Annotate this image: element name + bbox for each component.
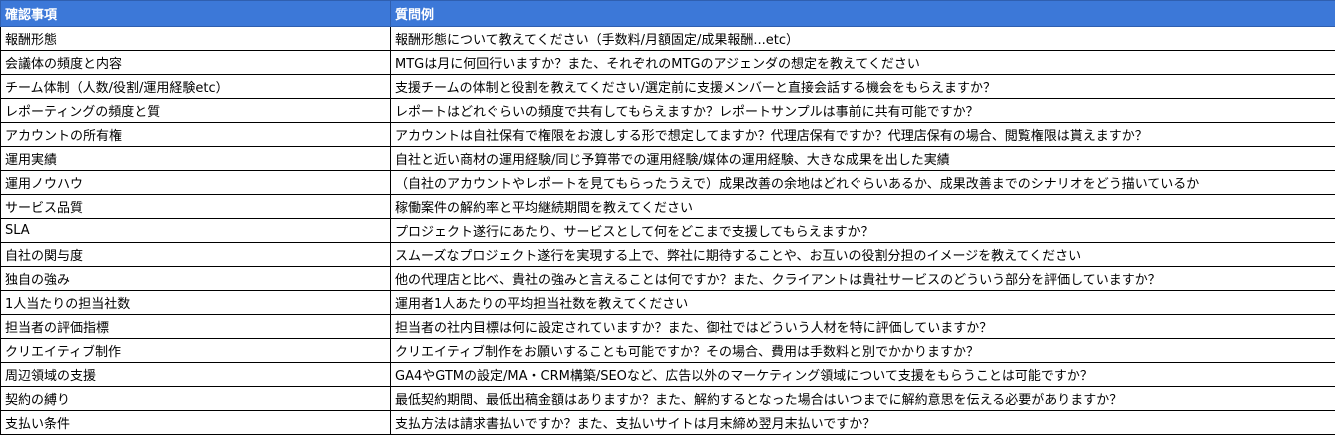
cell-item[interactable]: クリエイティブ制作 (1, 339, 391, 363)
column-header-question[interactable]: 質問例 (391, 1, 1335, 27)
table-row: クリエイティブ制作クリエイティブ制作をお願いすることも可能ですか？その場合、費用… (1, 339, 1335, 363)
table-row: 運用ノウハウ（自社のアカウントやレポートを見てもらったうえで）成果改善の余地はど… (1, 171, 1335, 195)
cell-question[interactable]: 運用者1人あたりの平均担当社数を教えてください (391, 291, 1335, 315)
table-row: 支払い条件支払方法は請求書払いですか？また、支払いサイトは月末締め翌月末払いです… (1, 411, 1335, 435)
cell-item[interactable]: 会議体の頻度と内容 (1, 51, 391, 75)
cell-item[interactable]: 1人当たりの担当社数 (1, 291, 391, 315)
cell-item[interactable]: サービス品質 (1, 195, 391, 219)
cell-question[interactable]: 支払方法は請求書払いですか？また、支払いサイトは月末締め翌月末払いですか？ (391, 411, 1335, 435)
cell-item[interactable]: 自社の関与度 (1, 243, 391, 267)
header-row: 確認事項 質問例 (1, 1, 1335, 27)
table-row: 周辺領域の支援GA4やGTMの設定/MA・CRM構築/SEOなど、広告以外のマー… (1, 363, 1335, 387)
cell-question[interactable]: スムーズなプロジェクト遂行を実現する上で、弊社に期待することや、お互いの役割分担… (391, 243, 1335, 267)
cell-question[interactable]: 担当者の社内目標は何に設定されていますか？また、御社ではどういう人材を特に評価し… (391, 315, 1335, 339)
cell-question[interactable]: レポートはどれぐらいの頻度で共有してもらえますか？レポートサンプルは事前に共有可… (391, 99, 1335, 123)
table-row: SLAプロジェクト遂行にあたり、サービスとして何をどこまで支援してもらえますか？ (1, 219, 1335, 243)
cell-item[interactable]: チーム体制（人数/役割/運用経験etc） (1, 75, 391, 99)
table-row: 担当者の評価指標担当者の社内目標は何に設定されていますか？また、御社ではどういう… (1, 315, 1335, 339)
cell-item[interactable]: 運用ノウハウ (1, 171, 391, 195)
table-row: 運用実績自社と近い商材の運用経験/同じ予算帯での運用経験/媒体の運用経験、大きな… (1, 147, 1335, 171)
cell-item[interactable]: 契約の縛り (1, 387, 391, 411)
cell-item[interactable]: SLA (1, 219, 391, 243)
cell-question[interactable]: プロジェクト遂行にあたり、サービスとして何をどこまで支援してもらえますか？ (391, 219, 1335, 243)
table-body: 報酬形態報酬形態について教えてください（手数料/月額固定/成果報酬...etc）… (1, 27, 1335, 435)
table-row: 1人当たりの担当社数運用者1人あたりの平均担当社数を教えてください (1, 291, 1335, 315)
column-header-item[interactable]: 確認事項 (1, 1, 391, 27)
cell-question[interactable]: GA4やGTMの設定/MA・CRM構築/SEOなど、広告以外のマーケティング領域… (391, 363, 1335, 387)
cell-item[interactable]: 支払い条件 (1, 411, 391, 435)
table-row: 報酬形態報酬形態について教えてください（手数料/月額固定/成果報酬...etc） (1, 27, 1335, 51)
cell-question[interactable]: 報酬形態について教えてください（手数料/月額固定/成果報酬...etc） (391, 27, 1335, 51)
checklist-table: 確認事項 質問例 報酬形態報酬形態について教えてください（手数料/月額固定/成果… (0, 0, 1335, 435)
table-row: チーム体制（人数/役割/運用経験etc）支援チームの体制と役割を教えてください/… (1, 75, 1335, 99)
cell-question[interactable]: アカウントは自社保有で権限をお渡しする形で想定してますか？代理店保有ですか？代理… (391, 123, 1335, 147)
table-row: アカウントの所有権アカウントは自社保有で権限をお渡しする形で想定してますか？代理… (1, 123, 1335, 147)
cell-item[interactable]: 担当者の評価指標 (1, 315, 391, 339)
cell-question[interactable]: 他の代理店と比べ、貴社の強みと言えることは何ですか？また、クライアントは貴社サー… (391, 267, 1335, 291)
table-row: 独自の強み他の代理店と比べ、貴社の強みと言えることは何ですか？また、クライアント… (1, 267, 1335, 291)
table-row: 自社の関与度スムーズなプロジェクト遂行を実現する上で、弊社に期待することや、お互… (1, 243, 1335, 267)
cell-item[interactable]: 独自の強み (1, 267, 391, 291)
cell-item[interactable]: アカウントの所有権 (1, 123, 391, 147)
cell-item[interactable]: レポーティングの頻度と質 (1, 99, 391, 123)
table-row: レポーティングの頻度と質レポートはどれぐらいの頻度で共有してもらえますか？レポー… (1, 99, 1335, 123)
cell-item[interactable]: 周辺領域の支援 (1, 363, 391, 387)
cell-item[interactable]: 運用実績 (1, 147, 391, 171)
cell-question[interactable]: （自社のアカウントやレポートを見てもらったうえで）成果改善の余地はどれぐらいある… (391, 171, 1335, 195)
cell-question[interactable]: 稼働案件の解約率と平均継続期間を教えてください (391, 195, 1335, 219)
cell-question[interactable]: MTGは月に何回行いますか？また、それぞれのMTGのアジェンダの想定を教えてくだ… (391, 51, 1335, 75)
cell-item[interactable]: 報酬形態 (1, 27, 391, 51)
table-row: サービス品質稼働案件の解約率と平均継続期間を教えてください (1, 195, 1335, 219)
cell-question[interactable]: 支援チームの体制と役割を教えてください/選定前に支援メンバーと直接会話する機会を… (391, 75, 1335, 99)
cell-question[interactable]: 最低契約期間、最低出稿金額はありますか？また、解約するとなった場合はいつまでに解… (391, 387, 1335, 411)
table-header: 確認事項 質問例 (1, 1, 1335, 27)
cell-question[interactable]: 自社と近い商材の運用経験/同じ予算帯での運用経験/媒体の運用経験、大きな成果を出… (391, 147, 1335, 171)
table-row: 契約の縛り最低契約期間、最低出稿金額はありますか？また、解約するとなった場合はい… (1, 387, 1335, 411)
cell-question[interactable]: クリエイティブ制作をお願いすることも可能ですか？その場合、費用は手数料と別でかか… (391, 339, 1335, 363)
table-row: 会議体の頻度と内容MTGは月に何回行いますか？また、それぞれのMTGのアジェンダ… (1, 51, 1335, 75)
